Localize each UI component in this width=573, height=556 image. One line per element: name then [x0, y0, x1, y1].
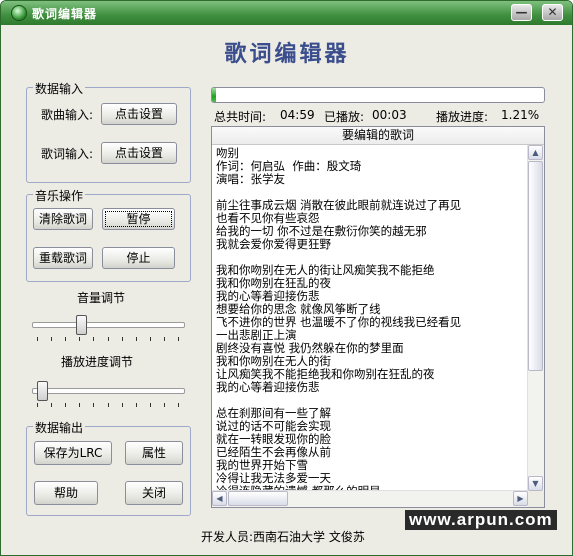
close-button[interactable]: 关闭	[125, 481, 183, 505]
slider-tick	[136, 337, 137, 341]
app-icon	[11, 5, 27, 21]
scroll-up-icon[interactable]: ▲	[528, 145, 543, 160]
volume-slider-track[interactable]	[32, 322, 185, 328]
slider-tick	[164, 337, 165, 341]
slider-tick	[122, 403, 123, 407]
slider-tick	[79, 337, 80, 341]
window-title: 歌词编辑器	[32, 7, 98, 21]
stop-button[interactable]: 停止	[102, 247, 175, 269]
scroll-down-icon[interactable]: ▼	[528, 476, 543, 491]
scroll-right-icon[interactable]: ▶	[513, 491, 528, 506]
slider-tick	[65, 337, 66, 341]
vertical-scroll-thumb[interactable]	[528, 161, 543, 371]
slider-tick	[37, 403, 38, 407]
watermark: www.arpun.com	[405, 510, 557, 530]
lyrics-editor[interactable]: 要编辑的歌词 吻别 作词：何启弘 作曲：殷文琦 演唱：张学友 前尘往事成云烟 消散在…	[211, 126, 545, 508]
minimize-button[interactable]: —	[511, 4, 532, 21]
playback-progress-bar	[211, 87, 545, 103]
main-content: 歌词编辑器 数据输入 歌曲输入: 点击设置 歌词输入: 点击设置 音乐操作 清除…	[6, 26, 568, 552]
slider-tick	[51, 403, 52, 407]
playback-progress-fill	[212, 88, 217, 102]
data-output-group: 数据输出 保存为LRC 属性 帮助 关闭	[26, 419, 191, 516]
song-input-label: 歌曲输入:	[41, 108, 94, 122]
volume-slider-thumb[interactable]	[76, 315, 87, 335]
save-lrc-button[interactable]: 保存为LRC	[34, 441, 112, 465]
vertical-scrollbar[interactable]: ▲ ▼	[527, 145, 544, 491]
slider-tick	[51, 337, 52, 341]
scroll-left-icon[interactable]: ◀	[212, 491, 227, 506]
slider-tick	[150, 403, 151, 407]
seek-slider-track[interactable]	[32, 388, 185, 394]
clear-lyrics-button[interactable]: 清除歌词	[33, 208, 93, 230]
volume-slider-ticks	[37, 337, 179, 341]
slider-tick	[37, 337, 38, 341]
pause-button[interactable]: 暂停	[102, 208, 175, 230]
total-time-label: 总共时间:	[214, 110, 267, 124]
slider-tick	[178, 337, 179, 341]
played-label: 已播放:	[324, 110, 365, 124]
seek-label: 播放进度调节	[61, 355, 134, 369]
slider-tick	[150, 337, 151, 341]
played-value: 00:03	[372, 108, 407, 122]
progress-value: 1.21%	[501, 108, 540, 122]
lyrics-line: 演唱：张学友	[216, 172, 285, 186]
horizontal-scrollbar[interactable]: ◀ ▶	[212, 490, 528, 507]
slider-tick	[65, 403, 66, 407]
seek-slider-thumb[interactable]	[37, 381, 48, 401]
music-ops-title: 音乐操作	[33, 187, 86, 204]
lyrics-input-label: 歌词输入:	[41, 147, 94, 161]
slider-tick	[178, 403, 179, 407]
data-output-title: 数据输出	[33, 419, 86, 436]
reload-lyrics-button[interactable]: 重载歌词	[33, 247, 93, 269]
slider-tick	[108, 337, 109, 341]
total-time-value: 04:59	[280, 108, 315, 122]
properties-button[interactable]: 属性	[125, 441, 183, 465]
slider-tick	[164, 403, 165, 407]
song-set-button[interactable]: 点击设置	[101, 103, 177, 125]
data-input-title: 数据输入	[33, 80, 86, 97]
slider-tick	[93, 403, 94, 407]
lyrics-line: 我的心等着迎接伤悲	[216, 380, 320, 394]
slider-tick	[136, 403, 137, 407]
lyrics-header: 要编辑的歌词	[212, 127, 544, 145]
seek-slider-ticks	[37, 403, 179, 407]
lyrics-set-button[interactable]: 点击设置	[101, 142, 177, 164]
help-button[interactable]: 帮助	[34, 481, 98, 505]
horizontal-scroll-thumb[interactable]	[228, 491, 288, 506]
slider-tick	[122, 337, 123, 341]
slider-tick	[93, 337, 94, 341]
slider-tick	[79, 403, 80, 407]
lyrics-line: 我就会爱你爱得更狂野	[216, 237, 331, 251]
progress-label: 播放进度:	[436, 110, 489, 124]
slider-tick	[108, 403, 109, 407]
lyrics-textarea[interactable]: 吻别 作词：何启弘 作曲：殷文琦 演唱：张学友 前尘往事成云烟 消散在彼此眼前就连说…	[216, 147, 522, 498]
title-bar[interactable]: 歌词编辑器 — ✕	[1, 1, 572, 25]
scroll-corner	[528, 491, 544, 507]
developer-credit: 开发人员:西南石油大学 文俊苏	[201, 530, 365, 544]
page-title: 歌词编辑器	[224, 41, 350, 67]
app-window: 歌词编辑器 — ✕ 歌词编辑器 数据输入 歌曲输入: 点击设置 歌词输入: 点击…	[0, 0, 573, 556]
volume-label: 音量调节	[77, 291, 126, 305]
data-input-group: 数据输入 歌曲输入: 点击设置 歌词输入: 点击设置	[26, 80, 191, 183]
close-window-button[interactable]: ✕	[542, 4, 563, 21]
music-ops-group: 音乐操作 清除歌词 暂停 重载歌词 停止	[26, 187, 191, 282]
